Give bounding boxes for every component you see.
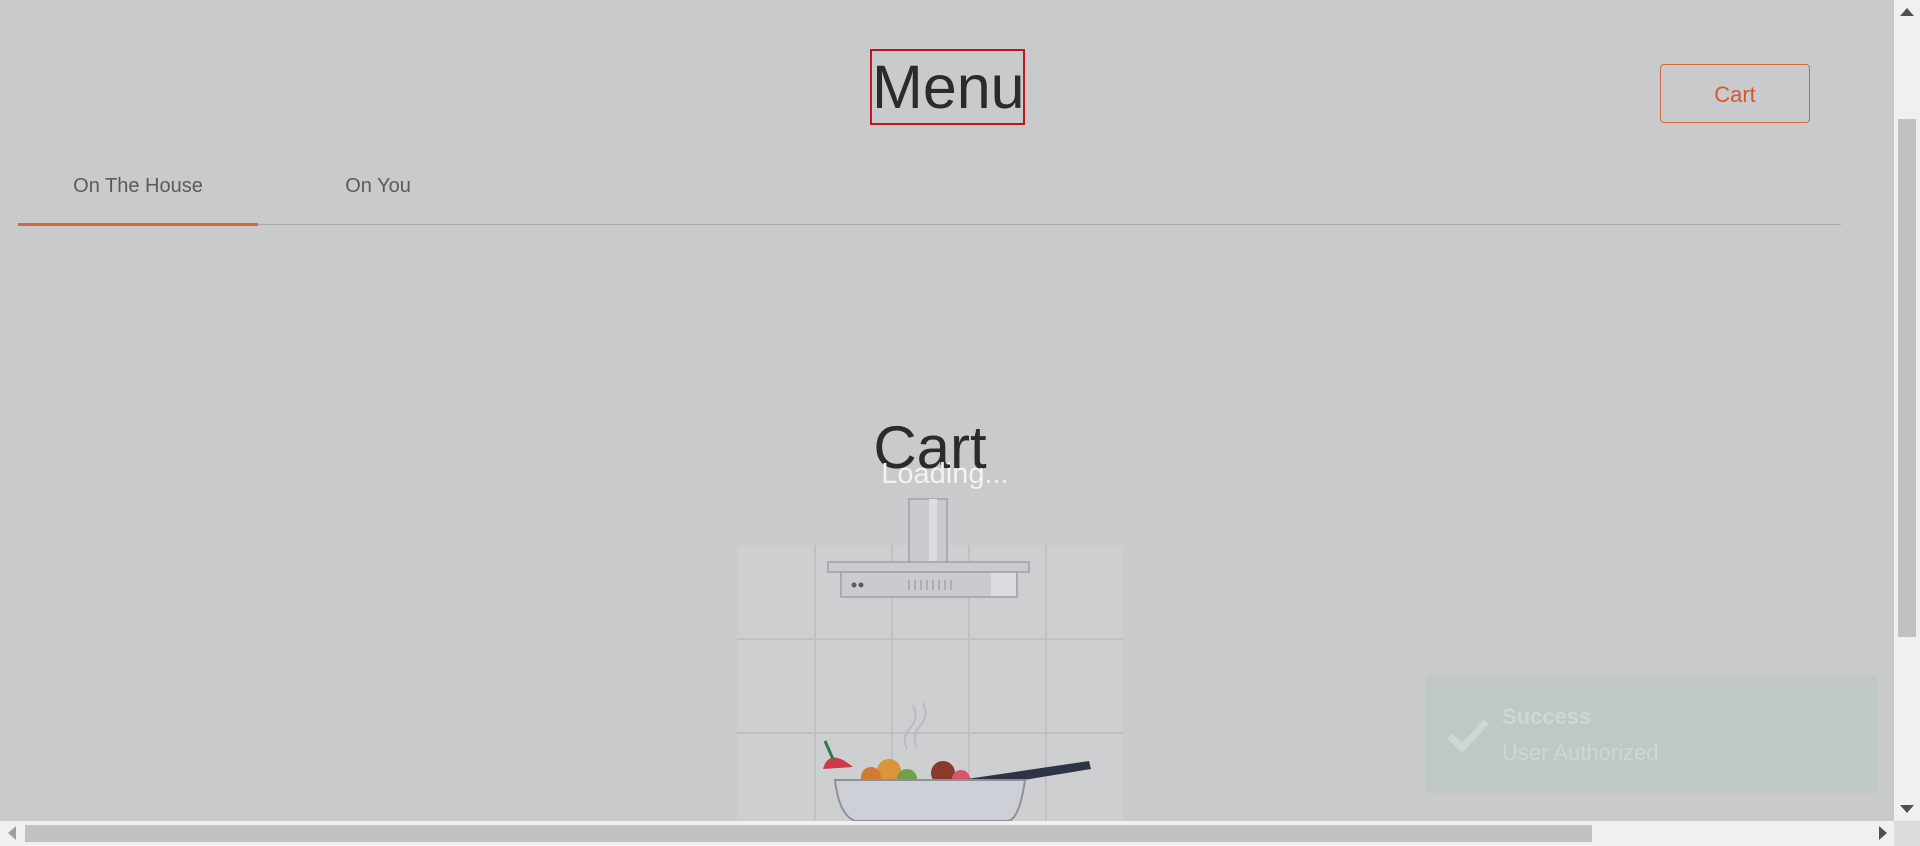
horizontal-scroll-thumb[interactable] [25, 825, 1592, 842]
toast-message: User Authorized [1502, 740, 1659, 765]
scroll-down-arrow-icon[interactable] [1900, 805, 1914, 813]
horizontal-scrollbar[interactable] [0, 821, 1894, 846]
scroll-up-arrow-icon[interactable] [1900, 8, 1914, 16]
page-title: Menu [870, 49, 1025, 125]
scroll-right-arrow-icon[interactable] [1879, 826, 1887, 840]
menu-tabs: On The House On You [18, 160, 1841, 226]
page: Menu Cart On The House On You Cart Loadi… [0, 0, 1894, 821]
scroll-left-arrow-icon[interactable] [8, 826, 16, 840]
toast-title: Success [1502, 704, 1592, 729]
vertical-scroll-thumb[interactable] [1898, 119, 1916, 637]
scrollbar-corner [1894, 821, 1920, 846]
success-toast[interactable]: Success User Authorized [1426, 676, 1877, 793]
cooking-illustration [737, 498, 1123, 821]
tab-on-the-house[interactable]: On The House [18, 160, 258, 223]
check-icon [1447, 719, 1489, 754]
cart-button[interactable]: Cart [1660, 64, 1810, 123]
vertical-scrollbar[interactable] [1894, 0, 1920, 821]
loading-text: Loading... [881, 458, 1009, 490]
tab-on-you[interactable]: On You [258, 160, 498, 223]
active-tab-indicator [18, 223, 258, 226]
